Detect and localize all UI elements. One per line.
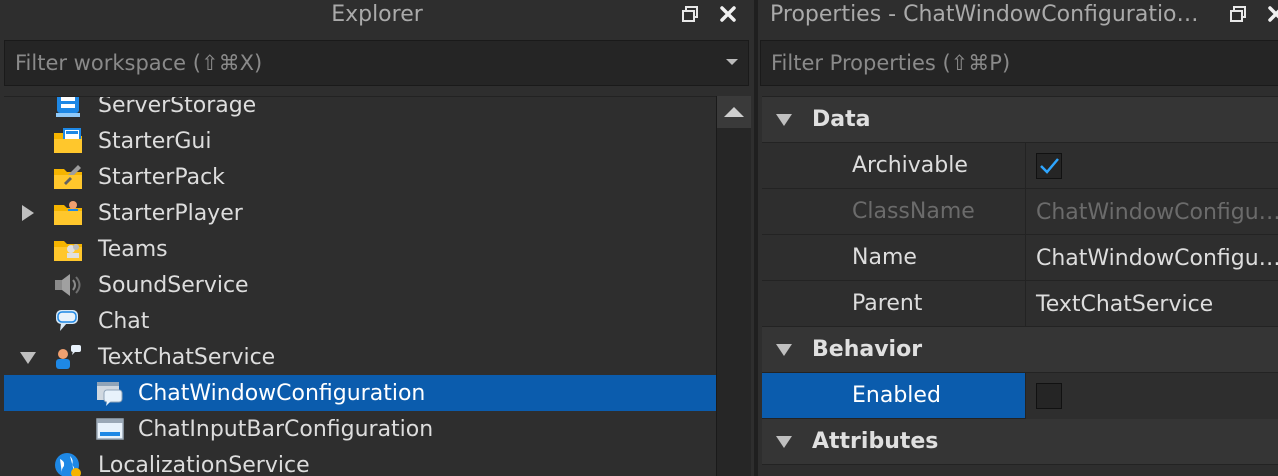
collapse-arrow-icon[interactable] — [776, 436, 792, 448]
property-value — [1025, 143, 1278, 189]
starter-gui-icon — [52, 127, 84, 155]
chat-window-icon — [94, 379, 126, 407]
input-bar-icon — [94, 415, 126, 443]
chat-bubble-icon — [52, 307, 84, 335]
explorer-titlebar: Explorer — [0, 0, 754, 28]
restore-icon[interactable] — [1228, 4, 1248, 24]
collapse-arrow-icon[interactable] — [20, 352, 36, 364]
property-row-classname[interactable]: ClassName ChatWindowConfigu… — [762, 189, 1278, 235]
close-icon[interactable] — [718, 4, 738, 24]
explorer-title: Explorer — [331, 1, 423, 27]
tree-item-chat[interactable]: Chat — [4, 303, 716, 339]
property-row-name[interactable]: Name ChatWindowConfigu… — [762, 235, 1278, 281]
scroll-up-arrow-icon[interactable] — [717, 96, 751, 128]
tree-item-starterplayer[interactable]: StarterPlayer — [4, 195, 716, 231]
properties-filter-input[interactable] — [761, 50, 1278, 76]
tree-item-label: Teams — [98, 236, 168, 262]
tree-item-soundservice[interactable]: SoundService — [4, 267, 716, 303]
properties-title: Properties - ChatWindowConfiguratio… — [770, 1, 1199, 27]
properties-filter[interactable] — [760, 40, 1278, 86]
restore-icon[interactable] — [680, 4, 700, 24]
starter-pack-icon — [52, 163, 84, 191]
tree-item-starterpack[interactable]: StarterPack — [4, 159, 716, 195]
workspace-filter[interactable] — [4, 40, 749, 86]
property-name: Parent — [852, 291, 923, 316]
tree-item-chatinputbarconfiguration[interactable]: ChatInputBarConfiguration — [4, 411, 716, 447]
teams-icon — [52, 235, 84, 263]
speaker-icon — [52, 271, 84, 299]
section-title: Behavior — [812, 337, 923, 362]
filter-dropdown-icon[interactable] — [726, 59, 738, 65]
tree-item-startergui[interactable]: StarterGui — [4, 123, 716, 159]
property-name: Archivable — [852, 153, 968, 178]
property-value — [1025, 373, 1278, 419]
tree-item-label: StarterPack — [98, 164, 225, 190]
collapse-arrow-icon[interactable] — [776, 344, 792, 356]
properties-panel: Properties - ChatWindowConfiguratio… Dat… — [754, 0, 1278, 476]
close-icon[interactable] — [1266, 4, 1278, 24]
explorer-tree: ServerStorage StarterGui StarterPack Sta… — [4, 96, 716, 476]
workspace-filter-input[interactable] — [5, 50, 748, 76]
explorer-scrollbar[interactable] — [716, 96, 751, 476]
archivable-checkbox[interactable] — [1036, 153, 1062, 179]
text-chat-service-icon — [52, 343, 84, 371]
section-behavior[interactable]: Behavior — [762, 327, 1278, 373]
section-title: Attributes — [812, 429, 939, 454]
tree-item-label: ChatInputBarConfiguration — [138, 416, 434, 442]
properties-grid: Data Archivable ClassName ChatWindowConf… — [762, 96, 1278, 476]
properties-titlebar: Properties - ChatWindowConfiguratio… — [758, 0, 1278, 28]
tree-item-label: StarterGui — [98, 128, 212, 154]
server-storage-icon — [52, 97, 84, 119]
property-value[interactable]: ChatWindowConfigu… — [1025, 235, 1278, 281]
tree-item-serverstorage[interactable]: ServerStorage — [4, 96, 716, 123]
tree-item-label: StarterPlayer — [98, 200, 243, 226]
section-title: Data — [812, 107, 871, 132]
tree-item-label: TextChatService — [98, 344, 276, 370]
tree-item-label: SoundService — [98, 272, 249, 298]
tree-item-label: LocalizationService — [98, 452, 310, 476]
property-name: Name — [852, 245, 917, 270]
globe-icon — [52, 451, 84, 476]
property-name: ClassName — [852, 199, 975, 224]
section-data[interactable]: Data — [762, 97, 1278, 143]
tree-item-localizationservice[interactable]: LocalizationService — [4, 447, 716, 476]
tree-item-textchatservice[interactable]: TextChatService — [4, 339, 716, 375]
property-row-parent[interactable]: Parent TextChatService — [762, 281, 1278, 327]
property-name: Enabled — [852, 383, 941, 408]
collapse-arrow-icon[interactable] — [776, 114, 792, 126]
explorer-panel: Explorer ServerStorage StarterGui — [0, 0, 754, 476]
expand-arrow-icon[interactable] — [22, 205, 34, 221]
property-value: ChatWindowConfigu… — [1025, 189, 1278, 235]
tree-item-label: Chat — [98, 308, 150, 334]
property-row-archivable[interactable]: Archivable — [762, 143, 1278, 189]
tree-item-label: ServerStorage — [98, 96, 257, 118]
section-attributes[interactable]: Attributes — [762, 419, 1278, 465]
tree-item-chatwindowconfiguration[interactable]: ChatWindowConfiguration — [4, 375, 716, 411]
starter-player-icon — [52, 199, 84, 227]
property-value[interactable]: TextChatService — [1025, 281, 1278, 327]
enabled-checkbox[interactable] — [1036, 383, 1062, 409]
property-row-enabled[interactable]: Enabled — [762, 373, 1278, 419]
tree-item-teams[interactable]: Teams — [4, 231, 716, 267]
tree-item-label: ChatWindowConfiguration — [138, 380, 426, 406]
